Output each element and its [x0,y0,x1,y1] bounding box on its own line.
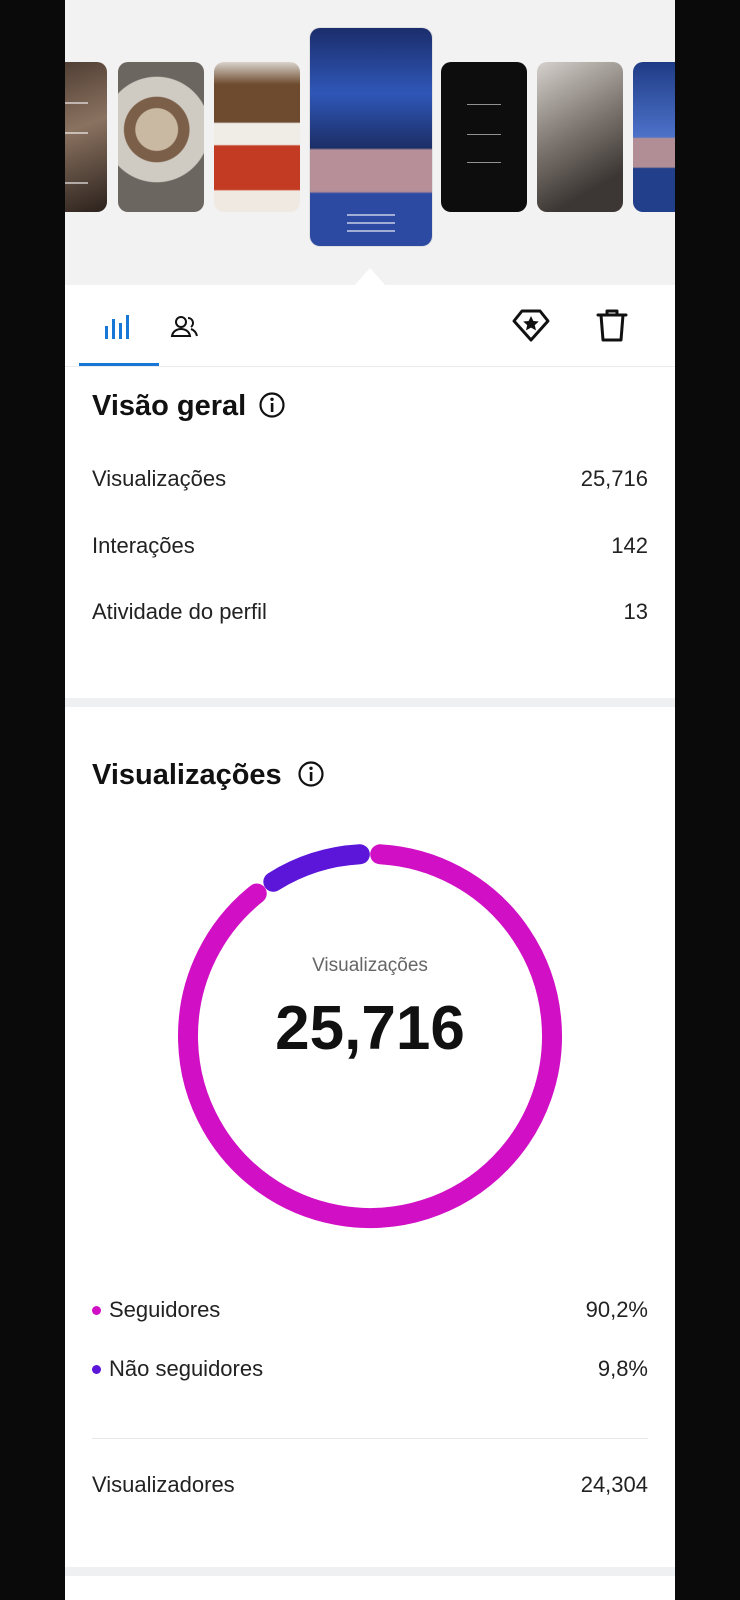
legend-dot-followers [92,1306,101,1315]
section-divider [65,698,675,707]
story-thumbnail[interactable] [633,62,675,212]
overview-row-value: 13 [623,599,648,624]
legend-label-followers: Seguidores [109,1297,221,1322]
overview-row-label: Interações [92,533,195,558]
section-divider [65,1567,675,1576]
divider [92,1438,648,1439]
info-icon[interactable] [258,391,285,418]
viewers-value: 24,304 [580,1472,648,1497]
overview-row-label: Atividade do perfil [92,599,267,624]
overview-title: Visão geral [92,390,247,422]
viewers-label: Visualizadores [92,1472,235,1497]
story-thumbnail-selected[interactable] [310,28,432,246]
bar-chart-icon[interactable] [102,311,134,343]
story-thumbnail[interactable] [441,62,527,212]
insights-screen: Visão geral Visualizações 25,716 Interaç… [65,0,675,1600]
trash-icon[interactable] [592,305,632,345]
overview-row-value: 142 [611,533,648,558]
legend-value-non-followers: 9,8% [597,1356,648,1381]
overview-section: Visão geral Visualizações 25,716 Interaç… [65,368,675,698]
legend-label-non-followers: Não seguidores [109,1356,264,1381]
story-thumbnail[interactable] [537,62,623,212]
legend-value-followers: 90,2% [585,1297,648,1322]
overview-row-label: Visualizações [92,466,227,491]
insights-tabs [65,285,675,367]
active-tab-indicator [79,363,159,366]
views-title: Visualizações [92,759,282,791]
story-thumbnail[interactable] [65,62,107,212]
donut-center-value: 25,716 [275,994,465,1063]
story-thumbnail[interactable] [118,62,204,212]
legend-dot-non-followers [92,1365,101,1374]
diamond-star-icon[interactable] [511,305,551,345]
donut-center-label: Visualizações [312,955,428,976]
overview-row-value: 25,716 [580,466,648,491]
selected-pointer [354,268,386,286]
story-thumbnail[interactable] [214,62,300,212]
donut-segment-non-followers [263,844,370,892]
people-icon[interactable] [169,311,201,343]
stories-strip[interactable] [65,0,675,286]
info-icon[interactable] [297,760,324,787]
